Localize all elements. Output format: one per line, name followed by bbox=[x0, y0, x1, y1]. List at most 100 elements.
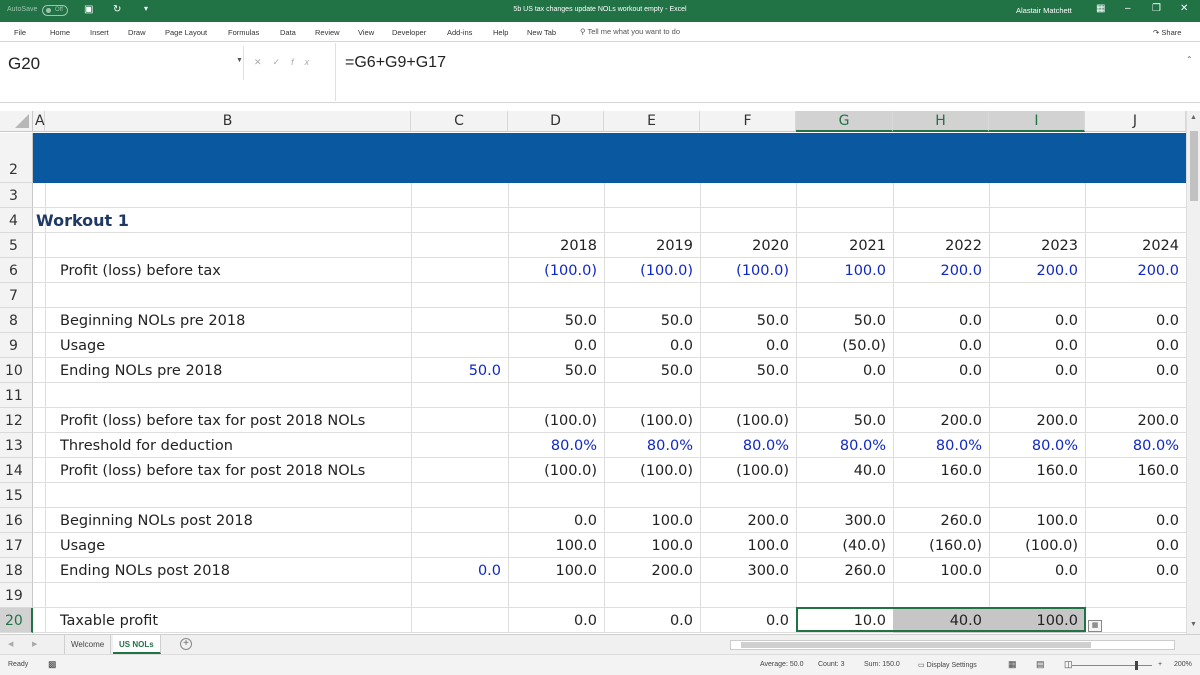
value-cell[interactable]: 100.0 bbox=[508, 558, 604, 583]
quick-analysis-icon[interactable]: ▦ bbox=[1088, 620, 1102, 632]
tab-developer[interactable]: Developer bbox=[392, 28, 426, 37]
tab-review[interactable]: Review bbox=[315, 28, 340, 37]
row-header-12[interactable]: 12 bbox=[0, 408, 33, 433]
row-header-8[interactable]: 8 bbox=[0, 308, 33, 333]
row-header-16[interactable]: 16 bbox=[0, 508, 33, 533]
row-header-19[interactable]: 19 bbox=[0, 583, 33, 608]
value-cell[interactable]: (50.0) bbox=[796, 333, 893, 358]
value-cell[interactable]: 0.0 bbox=[1085, 308, 1186, 333]
tab-page-layout[interactable]: Page Layout bbox=[165, 28, 207, 37]
row-header-3[interactable]: 3 bbox=[0, 183, 33, 208]
row-header-2[interactable]: 2 bbox=[0, 133, 33, 183]
column-header-i[interactable]: I bbox=[989, 111, 1085, 132]
next-sheet-icon[interactable]: ▶ bbox=[32, 640, 37, 648]
value-cell[interactable]: 0.0 bbox=[989, 333, 1085, 358]
scroll-up-icon[interactable]: ▲ bbox=[1190, 114, 1197, 121]
year-header-2018[interactable]: 2018 bbox=[508, 233, 604, 258]
value-cell[interactable]: 200.0 bbox=[893, 408, 989, 433]
column-header-a[interactable]: A bbox=[33, 111, 45, 132]
value-cell[interactable]: 10.0 bbox=[796, 608, 893, 633]
value-cell[interactable]: 50.0 bbox=[508, 308, 604, 333]
value-cell[interactable]: (100.0) bbox=[508, 458, 604, 483]
column-header-f[interactable]: F bbox=[700, 111, 796, 132]
column-header-g[interactable]: G bbox=[796, 111, 893, 132]
value-cell[interactable]: 50.0 bbox=[508, 358, 604, 383]
normal-view-icon[interactable]: ▦ bbox=[1008, 659, 1017, 670]
sheet-tab-us-nols[interactable]: US NOLs bbox=[113, 635, 161, 654]
value-cell[interactable]: 200.0 bbox=[893, 258, 989, 283]
row-label[interactable]: Profit (loss) before tax for post 2018 N… bbox=[45, 458, 411, 483]
value-cell[interactable]: (100.0) bbox=[700, 258, 796, 283]
value-cell[interactable]: 100.0 bbox=[989, 508, 1085, 533]
value-cell[interactable]: 50.0 bbox=[700, 358, 796, 383]
value-cell[interactable]: 80.0% bbox=[989, 433, 1085, 458]
section-title[interactable]: Workout 1 bbox=[36, 208, 129, 233]
value-cell[interactable]: 0.0 bbox=[508, 608, 604, 633]
value-cell[interactable]: 0.0 bbox=[989, 358, 1085, 383]
value-cell[interactable]: 0.0 bbox=[1085, 508, 1186, 533]
value-cell[interactable]: 0.0 bbox=[1085, 358, 1186, 383]
user-name[interactable]: Alastair Matchett bbox=[1016, 6, 1072, 15]
column-header-c[interactable]: C bbox=[411, 111, 508, 132]
value-cell[interactable]: (100.0) bbox=[604, 458, 700, 483]
zoom-slider-thumb[interactable] bbox=[1135, 661, 1138, 670]
opening-balance-cell[interactable]: 0.0 bbox=[411, 558, 508, 583]
value-cell[interactable]: 160.0 bbox=[1085, 458, 1186, 483]
value-cell[interactable]: (160.0) bbox=[893, 533, 989, 558]
value-cell[interactable]: 200.0 bbox=[989, 258, 1085, 283]
share-button[interactable]: ↷ Share bbox=[1153, 28, 1181, 37]
value-cell[interactable]: 40.0 bbox=[796, 458, 893, 483]
value-cell[interactable]: 260.0 bbox=[796, 558, 893, 583]
value-cell[interactable]: 100.0 bbox=[989, 608, 1085, 633]
row-header-14[interactable]: 14 bbox=[0, 458, 33, 483]
value-cell[interactable]: 0.0 bbox=[893, 358, 989, 383]
page-layout-view-icon[interactable]: ▤ bbox=[1036, 659, 1045, 670]
restore-icon[interactable]: ❐ bbox=[1152, 3, 1161, 14]
value-cell[interactable]: 200.0 bbox=[604, 558, 700, 583]
value-cell[interactable]: 160.0 bbox=[893, 458, 989, 483]
row-header-18[interactable]: 18 bbox=[0, 558, 33, 583]
value-cell[interactable]: 100.0 bbox=[604, 533, 700, 558]
value-cell[interactable]: 0.0 bbox=[508, 508, 604, 533]
row-label[interactable]: Threshold for deduction bbox=[45, 433, 411, 458]
zoom-slider[interactable] bbox=[1072, 665, 1152, 666]
column-header-b[interactable]: B bbox=[45, 111, 411, 132]
value-cell[interactable]: 50.0 bbox=[700, 308, 796, 333]
formula-input[interactable]: =G6+G9+G17 bbox=[335, 43, 1185, 101]
row-header-4[interactable]: 4 bbox=[0, 208, 33, 233]
value-cell[interactable]: 80.0% bbox=[893, 433, 989, 458]
tab-draw[interactable]: Draw bbox=[128, 28, 146, 37]
value-cell[interactable]: 50.0 bbox=[796, 308, 893, 333]
tab-new-tab[interactable]: New Tab bbox=[527, 28, 556, 37]
year-header-2019[interactable]: 2019 bbox=[604, 233, 700, 258]
value-cell[interactable]: 0.0 bbox=[1085, 558, 1186, 583]
row-header-9[interactable]: 9 bbox=[0, 333, 33, 358]
value-cell[interactable]: 0.0 bbox=[1085, 533, 1186, 558]
display-settings-button[interactable]: ▭ Display Settings bbox=[918, 661, 977, 669]
value-cell[interactable]: 0.0 bbox=[893, 308, 989, 333]
value-cell[interactable]: 80.0% bbox=[700, 433, 796, 458]
year-header-2023[interactable]: 2023 bbox=[989, 233, 1085, 258]
value-cell[interactable]: 300.0 bbox=[700, 558, 796, 583]
value-cell[interactable]: 80.0% bbox=[1085, 433, 1186, 458]
name-box[interactable]: G20 bbox=[0, 46, 244, 80]
tab-help[interactable]: Help bbox=[493, 28, 508, 37]
value-cell[interactable]: 200.0 bbox=[1085, 408, 1186, 433]
row-header-7[interactable]: 7 bbox=[0, 283, 33, 308]
row-header-15[interactable]: 15 bbox=[0, 483, 33, 508]
cancel-icon[interactable]: ✕ bbox=[254, 57, 273, 67]
select-all-button[interactable] bbox=[0, 111, 33, 132]
tab-formulas[interactable]: Formulas bbox=[228, 28, 259, 37]
value-cell[interactable]: 0.0 bbox=[989, 558, 1085, 583]
tab-insert[interactable]: Insert bbox=[90, 28, 109, 37]
tell-me-search[interactable]: ⚲ Tell me what you want to do bbox=[580, 27, 680, 36]
column-header-d[interactable]: D bbox=[508, 111, 604, 132]
value-cell[interactable]: 80.0% bbox=[604, 433, 700, 458]
value-cell[interactable]: 0.0 bbox=[989, 308, 1085, 333]
value-cell[interactable]: (100.0) bbox=[508, 408, 604, 433]
value-cell[interactable]: 100.0 bbox=[893, 558, 989, 583]
enter-icon[interactable]: ✓ bbox=[273, 57, 292, 67]
row-header-20[interactable]: 20 bbox=[0, 608, 33, 633]
zoom-in-icon[interactable]: + bbox=[1158, 661, 1162, 668]
zoom-level[interactable]: 200% bbox=[1174, 661, 1192, 668]
